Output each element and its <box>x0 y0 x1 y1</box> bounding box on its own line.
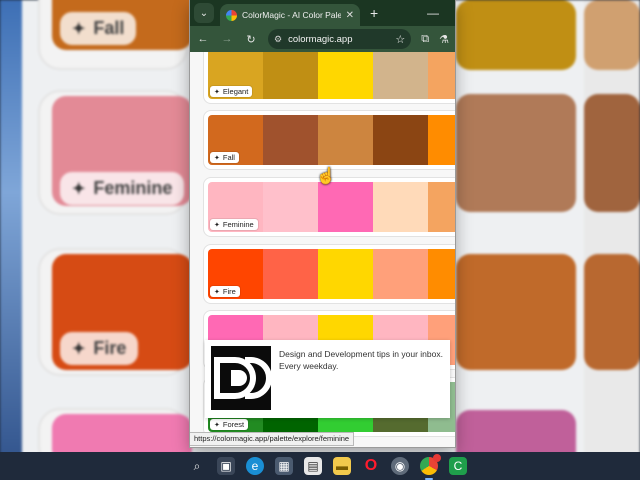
search-icon[interactable]: ⌕ <box>188 457 206 475</box>
status-bar-url: https://colormagic.app/palette/explore/f… <box>190 432 355 446</box>
palette-swatches <box>208 249 455 299</box>
color-swatch[interactable] <box>373 249 428 299</box>
palette-swatches <box>208 115 455 165</box>
palette-card[interactable]: ✦ Feminine <box>203 177 455 237</box>
bg-swatch <box>456 254 576 370</box>
dd-logo-icon <box>214 357 271 399</box>
palette-card[interactable]: ✦ Fire <box>203 244 455 304</box>
palette-label-pill[interactable]: ✦ Fire <box>210 286 240 297</box>
screen: ✦ Fall ✦ Feminine ✦ Fire ⌄ ColorMagic - AI … <box>0 0 640 480</box>
camtasia-icon[interactable]: C <box>449 457 467 475</box>
palette-label-pill[interactable]: ✦ Feminine <box>210 219 258 230</box>
close-icon[interactable]: ✕ <box>346 10 354 21</box>
sparkle-icon: ✦ <box>214 421 220 429</box>
palette-card[interactable]: ✦ Elegant <box>203 52 455 104</box>
palette-label: Forest <box>222 420 245 429</box>
ad-text: Design and Development tips in your inbo… <box>279 349 443 372</box>
address-bar[interactable]: ⚙ colormagic.app ☆ <box>268 29 412 49</box>
bg-swatch <box>584 0 640 70</box>
bg-pill-feminine: ✦ Feminine <box>60 172 185 205</box>
chevron-down-icon: ⌄ <box>199 7 209 19</box>
palette-card[interactable]: ✦ Fall <box>203 110 455 170</box>
color-swatch[interactable] <box>373 182 428 232</box>
sparkle-icon: ✦ <box>214 154 220 162</box>
color-swatch[interactable] <box>263 249 318 299</box>
color-swatch[interactable] <box>373 52 428 99</box>
edge-icon[interactable]: e <box>246 457 264 475</box>
labs-flask-icon[interactable]: ⚗ <box>439 33 449 46</box>
palette-label: Elegant <box>222 87 249 96</box>
bg-pill-fall: ✦ Fall <box>60 12 137 45</box>
opera-icon[interactable]: O <box>362 457 380 475</box>
color-swatch[interactable] <box>263 182 318 232</box>
bg-pill-fire: ✦ Fire <box>60 332 139 365</box>
page-content: ✦ Elegant ✦ Fall ✦ Feminine ✦ Fire ✦ Forest Desig… <box>190 52 455 447</box>
color-swatch[interactable] <box>428 249 455 299</box>
back-button[interactable]: ← <box>196 33 210 45</box>
browser-toolbar: ← → ↻ ⚙ colormagic.app ☆ ⧉ ⚗ <box>190 26 455 52</box>
tab-title: ColorMagic - AI Color Palette G <box>242 10 341 20</box>
taskbar: ⌕ ▣ e ▦ ▤ ▬ O ◉ C <box>0 452 640 480</box>
tab-colormagic[interactable]: ColorMagic - AI Color Palette G ✕ <box>220 4 360 26</box>
hand-cursor-icon: ☝ <box>316 168 336 185</box>
extensions-icon[interactable]: ⧉ <box>421 33 429 46</box>
newsletter-ad[interactable]: Design and Development tips in your inbo… <box>205 340 450 418</box>
colormagic-favicon-icon <box>226 9 237 21</box>
color-swatch[interactable] <box>318 249 373 299</box>
ad-logo <box>211 346 271 410</box>
sparkle-icon: ✦ <box>214 221 220 229</box>
reload-button[interactable]: ↻ <box>244 33 258 46</box>
site-info-icon[interactable]: ⚙ <box>274 34 282 45</box>
new-tab-button[interactable]: + <box>370 5 378 21</box>
tab-strip: ⌄ ColorMagic - AI Color Palette G ✕ + — <box>190 0 455 26</box>
palette-label-pill[interactable]: ✦ Forest <box>210 419 249 430</box>
palette-label-pill[interactable]: ✦ Fall <box>210 152 239 163</box>
bg-right-area <box>584 0 640 480</box>
palette-label-pill[interactable]: ✦ Elegant <box>210 86 253 97</box>
browser-window: ⌄ ColorMagic - AI Color Palette G ✕ + — … <box>190 0 455 447</box>
palette-label: Feminine <box>222 220 254 229</box>
url-text: colormagic.app <box>288 33 353 45</box>
bg-swatch <box>456 94 576 212</box>
notification-badge <box>433 454 441 462</box>
chrome-icon[interactable] <box>420 454 441 480</box>
color-swatch[interactable] <box>373 115 428 165</box>
color-swatch[interactable] <box>318 182 373 232</box>
sparkle-icon: ✦ <box>214 288 220 296</box>
color-swatch[interactable] <box>428 115 455 165</box>
widgets-icon[interactable]: ▤ <box>304 457 322 475</box>
sparkle-icon: ✦ <box>214 88 220 96</box>
bg-swatch <box>456 0 576 70</box>
color-swatch[interactable] <box>263 52 318 99</box>
color-swatch[interactable] <box>428 52 455 99</box>
color-swatch[interactable] <box>318 115 373 165</box>
chrome-dev-icon[interactable]: ◉ <box>391 457 409 475</box>
color-swatch[interactable] <box>318 52 373 99</box>
bookmark-star-icon[interactable]: ☆ <box>395 33 405 46</box>
file-explorer-icon[interactable]: ▬ <box>333 457 351 475</box>
task-view-icon[interactable]: ▣ <box>217 457 235 475</box>
color-swatch[interactable] <box>428 182 455 232</box>
forward-button[interactable]: → <box>220 33 234 45</box>
desktop-wallpaper-strip <box>0 0 22 480</box>
color-swatch[interactable] <box>263 115 318 165</box>
tab-search-button[interactable]: ⌄ <box>194 3 214 23</box>
bg-swatch <box>584 254 640 370</box>
palette-label: Fire <box>222 287 236 296</box>
store-icon[interactable]: ▦ <box>275 457 293 475</box>
bg-swatch <box>584 94 640 212</box>
minimize-button[interactable]: — <box>427 6 439 20</box>
palette-label: Fall <box>222 153 235 162</box>
